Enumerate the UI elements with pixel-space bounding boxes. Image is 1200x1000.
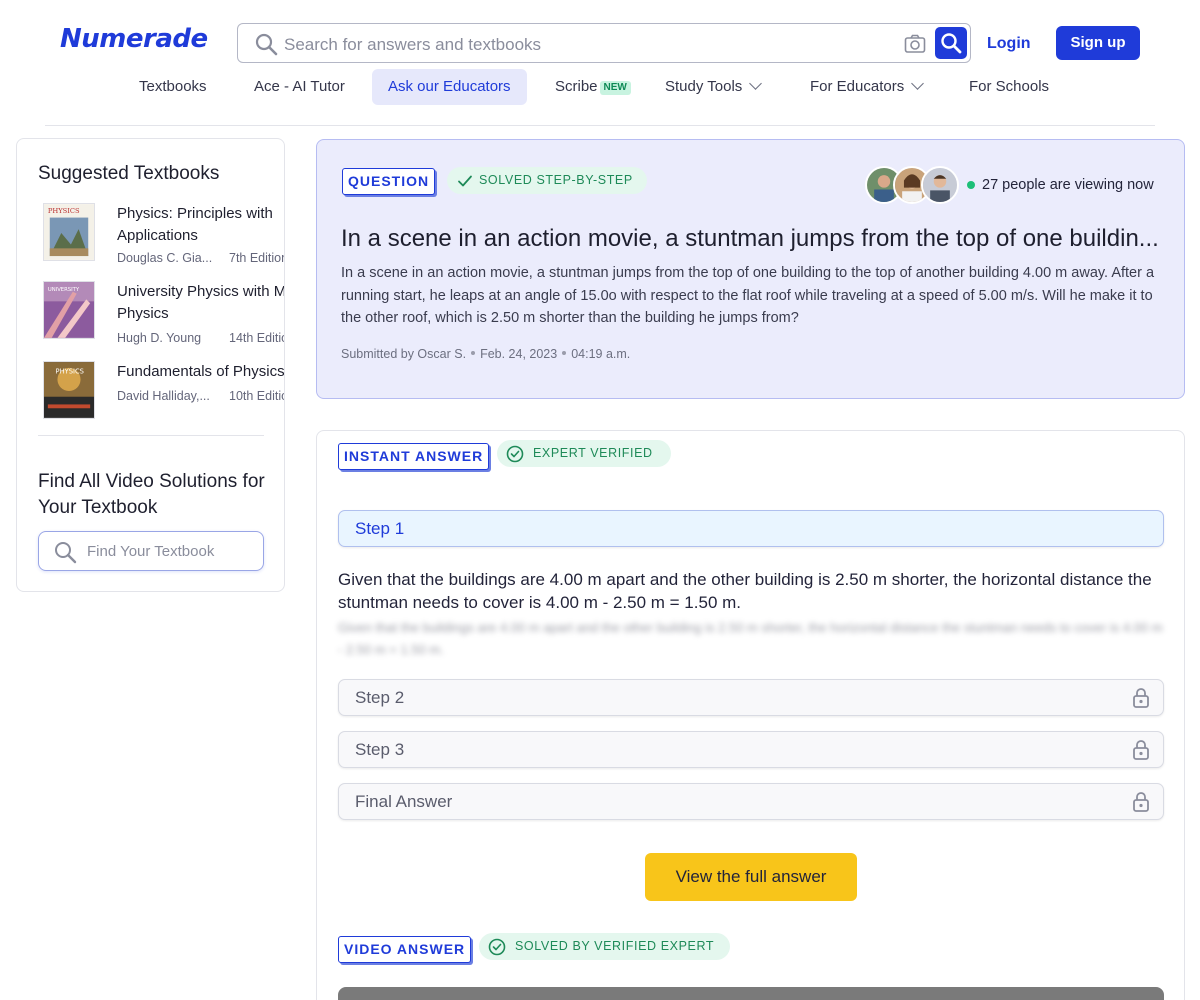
step-label: Final Answer bbox=[355, 792, 453, 811]
verified-check-icon bbox=[506, 445, 524, 463]
textbook-title: University Physics with Modern Physics bbox=[117, 283, 285, 322]
new-badge: NEW bbox=[599, 81, 631, 95]
video-answer-tag: VIDEO ANSWER bbox=[338, 936, 472, 963]
instant-answer-tag: INSTANT ANSWER bbox=[338, 443, 490, 470]
verified-check-icon bbox=[488, 938, 506, 956]
verified-expert-badge: SOLVED BY VERIFIED EXPERT bbox=[479, 933, 731, 960]
svg-text:UNIVERSITY: UNIVERSITY bbox=[48, 287, 80, 293]
step-label: Step 3 bbox=[355, 740, 405, 759]
nav-textbooks[interactable]: Textbooks bbox=[139, 69, 207, 105]
solved-badge: SOLVED STEP-BY-STEP bbox=[447, 167, 647, 194]
textbook-edition: 7th Edition bbox=[229, 251, 285, 265]
nav-for-educators[interactable]: For Educators bbox=[810, 69, 925, 105]
find-textbook-placeholder: Find Your Textbook bbox=[87, 543, 215, 560]
textbook-item[interactable]: PHYSICS Physics: Principles with Applica… bbox=[43, 203, 285, 273]
nav-scribe[interactable]: Scribe NEW bbox=[555, 69, 631, 105]
video-player[interactable] bbox=[338, 987, 1164, 1000]
submitted-by: Submitted by Oscar S. bbox=[341, 347, 467, 361]
book-cover-image: PHYSICS bbox=[43, 203, 95, 261]
textbook-item[interactable]: UNIVERSITY University Physics with Moder… bbox=[43, 281, 285, 351]
step-2-header[interactable]: Step 2 bbox=[338, 679, 1164, 716]
question-meta: Submitted by Oscar S. Feb. 24, 2023 04:19 … bbox=[341, 347, 630, 361]
answer-card: INSTANT ANSWER EXPERT VERIFIED Step 1 Gi… bbox=[316, 430, 1185, 1000]
final-answer-header[interactable]: Final Answer bbox=[338, 783, 1164, 820]
submitted-date: Feb. 24, 2023 bbox=[480, 347, 558, 361]
find-textbook-input[interactable]: Find Your Textbook bbox=[38, 531, 264, 571]
search-submit-button[interactable] bbox=[935, 27, 967, 59]
textbook-edition: 10th Edition bbox=[229, 389, 284, 403]
textbook-edition: 14th Edition bbox=[229, 331, 284, 345]
textbook-title: Fundamentals of Physics bbox=[117, 363, 285, 380]
question-tag: QUESTION bbox=[342, 168, 436, 195]
chevron-down-icon bbox=[749, 77, 763, 90]
question-body: In a scene in an action movie, a stuntma… bbox=[341, 265, 1155, 326]
textbook-item[interactable]: PHYSICS Fundamentals of Physics David Ha… bbox=[43, 361, 285, 431]
main-nav: Textbooks Ace - AI Tutor Ask our Educato… bbox=[0, 69, 1200, 105]
search-bar[interactable]: Search for answers and textbooks bbox=[237, 23, 971, 63]
verified-expert-label: SOLVED BY VERIFIED EXPERT bbox=[515, 939, 715, 953]
nav-ace-ai-tutor[interactable]: Ace - AI Tutor bbox=[254, 69, 345, 105]
live-indicator-dot bbox=[967, 181, 975, 189]
textbook-author: David Halliday,... bbox=[117, 389, 210, 403]
search-icon bbox=[255, 33, 278, 56]
nav-scribe-label: Scribe bbox=[555, 78, 598, 95]
solved-badge-label: SOLVED STEP-BY-STEP bbox=[479, 173, 633, 187]
view-full-answer-button[interactable]: View the full answer bbox=[645, 853, 857, 901]
question-card: QUESTION SOLVED STEP-BY-STEP 27 people a… bbox=[316, 139, 1185, 399]
nav-for-schools[interactable]: For Schools bbox=[969, 69, 1049, 105]
svg-text:PHYSICS: PHYSICS bbox=[56, 368, 84, 376]
separator-dot bbox=[562, 351, 567, 355]
lock-icon bbox=[1133, 792, 1149, 812]
nav-study-tools-label: Study Tools bbox=[665, 78, 743, 95]
lock-icon bbox=[1133, 688, 1149, 708]
nav-study-tools[interactable]: Study Tools bbox=[665, 69, 763, 105]
expert-verified-badge: EXPERT VERIFIED bbox=[497, 440, 671, 467]
search-icon bbox=[55, 542, 77, 564]
blurred-preview-text: Given that the buildings are 4.00 m apar… bbox=[338, 620, 1163, 657]
check-icon bbox=[458, 175, 472, 187]
search-input[interactable]: Search for answers and textbooks bbox=[284, 35, 541, 55]
book-cover-image: UNIVERSITY bbox=[43, 281, 95, 339]
numerade-logo[interactable]: Numerade bbox=[60, 24, 208, 54]
nav-for-educators-label: For Educators bbox=[810, 78, 905, 95]
avatar bbox=[921, 166, 959, 204]
chevron-down-icon bbox=[911, 77, 925, 90]
question-title: In a scene in an action movie, a stuntma… bbox=[341, 225, 1159, 252]
header-divider bbox=[45, 125, 1155, 126]
step-label: Step 1 bbox=[355, 519, 405, 538]
nav-ask-educators[interactable]: Ask our Educators bbox=[372, 69, 527, 105]
find-solutions-heading: Find All Video Solutions for Your Textbo… bbox=[38, 471, 265, 518]
svg-text:PHYSICS: PHYSICS bbox=[48, 207, 80, 215]
sidebar-title: Suggested Textbooks bbox=[38, 163, 220, 184]
separator-dot bbox=[471, 351, 476, 355]
login-link[interactable]: Login bbox=[987, 35, 1031, 53]
lock-icon bbox=[1133, 740, 1149, 760]
step-label: Step 2 bbox=[355, 688, 405, 707]
sidebar-divider bbox=[38, 435, 264, 436]
step-3-header[interactable]: Step 3 bbox=[338, 731, 1164, 768]
suggested-textbooks-panel: Suggested Textbooks PHYSICS Physics: Pri… bbox=[16, 138, 285, 592]
camera-icon[interactable] bbox=[904, 34, 926, 54]
book-cover-image: PHYSICS bbox=[43, 361, 95, 419]
expert-verified-label: EXPERT VERIFIED bbox=[533, 446, 653, 460]
textbook-author: Douglas C. Gia... bbox=[117, 251, 213, 265]
signup-button[interactable]: Sign up bbox=[1056, 26, 1140, 60]
search-icon bbox=[941, 33, 962, 54]
step-1-header[interactable]: Step 1 bbox=[338, 510, 1164, 547]
submitted-time: 04:19 a.m. bbox=[571, 347, 631, 361]
textbook-title: Physics: Principles with Applications bbox=[117, 205, 273, 244]
step-1-text: Given that the buildings are 4.00 m apar… bbox=[338, 570, 1152, 612]
textbook-author: Hugh D. Young bbox=[117, 331, 202, 345]
viewers-count: 27 people are viewing now bbox=[982, 177, 1154, 193]
